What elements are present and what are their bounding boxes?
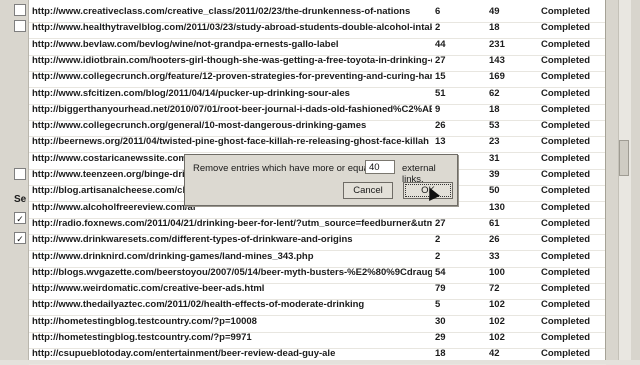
row-internal-count: 79: [435, 283, 446, 295]
row-url: http://www.healthytravelblog.com/2011/03…: [32, 22, 432, 34]
row-external-count: 31: [489, 152, 500, 164]
row-status: Completed: [541, 22, 591, 34]
remove-entries-dialog: Remove entries which have more or equal …: [184, 154, 458, 206]
row-url: http://hometestingblog.testcountry.com/?…: [32, 332, 252, 343]
row-status: Completed: [541, 217, 591, 229]
row-url: http://blogs.wvgazette.com/beerstoyou/20…: [32, 266, 432, 278]
row-external-count: 50: [489, 185, 500, 197]
row-status: Completed: [541, 348, 591, 360]
row-internal-count: 27: [435, 54, 446, 66]
checkbox-top[interactable]: [14, 4, 26, 16]
row-external-count: 18: [489, 22, 500, 34]
row-internal-count: 13: [435, 136, 446, 148]
row-status: Completed: [541, 136, 591, 148]
row-status: Completed: [541, 283, 591, 295]
row-internal-count: 9: [435, 103, 441, 115]
row-external-count: 100: [489, 266, 505, 278]
row-external-count: 26: [489, 234, 500, 246]
row-url: http://radio.foxnews.com/2011/04/21/drin…: [32, 217, 432, 229]
checkbox-top-2[interactable]: [14, 20, 26, 32]
link-threshold-input[interactable]: [365, 160, 395, 174]
row-status: Completed: [541, 6, 591, 17]
row-external-count: 102: [489, 299, 505, 311]
row-internal-count: 5: [435, 299, 441, 311]
row-internal-count: 26: [435, 120, 446, 132]
row-external-count: 23: [489, 136, 500, 148]
row-url: http://www.sfcitizen.com/blog/2011/04/14…: [32, 87, 350, 99]
row-internal-count: 2: [435, 250, 441, 262]
row-external-count: 72: [489, 283, 500, 295]
row-internal-count: 29: [435, 332, 446, 343]
row-url: http://www.weirdomatic.com/creative-beer…: [32, 283, 265, 295]
table-row[interactable]: http://csupueblotoday.com/entertainment/…: [29, 345, 606, 365]
row-status: Completed: [541, 299, 591, 311]
row-status: Completed: [541, 54, 591, 66]
checkbox-mid[interactable]: [14, 168, 26, 180]
vertical-scrollbar[interactable]: [618, 0, 631, 360]
row-external-count: 169: [489, 71, 505, 83]
row-url: http://www.drinkwaresets.com/different-t…: [32, 234, 353, 246]
row-status: Completed: [541, 169, 591, 180]
row-url: http://beernews.org/2011/04/twisted-pine…: [32, 136, 429, 148]
row-internal-count: 6: [435, 6, 441, 17]
scrollbar-thumb[interactable]: [619, 140, 629, 176]
row-url: http://hometestingblog.testcountry.com/?…: [32, 315, 257, 327]
row-status: Completed: [541, 103, 591, 115]
checkbox-checked-2[interactable]: ✓: [14, 232, 26, 244]
row-external-count: 231: [489, 38, 505, 50]
row-url: http://www.drinknird.com/drinking-games/…: [32, 250, 314, 262]
row-external-count: 42: [489, 348, 500, 360]
section-label: Se: [14, 194, 27, 205]
row-internal-count: 54: [435, 266, 446, 278]
row-external-count: 49: [489, 6, 500, 17]
row-internal-count: 15: [435, 71, 446, 83]
row-external-count: 102: [489, 315, 505, 327]
row-external-count: 143: [489, 54, 505, 66]
row-external-count: 53: [489, 120, 500, 132]
row-internal-count: 18: [435, 348, 446, 360]
dialog-prompt-label: Remove entries which have more or equal: [193, 163, 371, 174]
row-url: http://www.collegecrunch.org/feature/12-…: [32, 71, 432, 83]
row-status: Completed: [541, 38, 591, 50]
row-status: Completed: [541, 250, 591, 262]
row-status: Completed: [541, 87, 591, 99]
row-internal-count: 44: [435, 38, 446, 50]
row-status: Completed: [541, 266, 591, 278]
row-url: http://biggerthanyourhead.net/2010/07/01…: [32, 103, 432, 115]
row-status: Completed: [541, 120, 591, 132]
row-url: http://www.collegecrunch.org/general/10-…: [32, 120, 367, 132]
checkbox-checked-1[interactable]: ✓: [14, 212, 26, 224]
row-status: Completed: [541, 201, 591, 213]
row-url: http://csupueblotoday.com/entertainment/…: [32, 348, 336, 360]
row-url: http://www.idiotbrain.com/hooters-girl-t…: [32, 54, 432, 66]
row-external-count: 33: [489, 250, 500, 262]
row-url: http://www.thedailyaztec.com/2011/02/hea…: [32, 299, 365, 311]
row-status: Completed: [541, 234, 591, 246]
row-internal-count: 2: [435, 22, 441, 34]
row-status: Completed: [541, 332, 591, 343]
row-internal-count: 51: [435, 87, 446, 99]
left-panel-strip: Se ✓ ✓: [0, 0, 29, 360]
cancel-button[interactable]: Cancel: [343, 182, 393, 199]
row-external-count: 18: [489, 103, 500, 115]
row-external-count: 102: [489, 332, 505, 343]
row-external-count: 62: [489, 87, 500, 99]
row-status: Completed: [541, 315, 591, 327]
row-internal-count: 27: [435, 217, 446, 229]
row-internal-count: 30: [435, 315, 446, 327]
row-url: http://www.creativeclass.com/creative_cl…: [32, 6, 411, 17]
row-external-count: 61: [489, 217, 500, 229]
row-status: Completed: [541, 185, 591, 197]
row-url: http://www.bevlaw.com/bevlog/wine/not-gr…: [32, 38, 339, 50]
row-internal-count: 2: [435, 234, 441, 246]
row-status: Completed: [541, 152, 591, 164]
row-status: Completed: [541, 71, 591, 83]
row-external-count: 39: [489, 169, 500, 180]
row-external-count: 130: [489, 201, 505, 213]
